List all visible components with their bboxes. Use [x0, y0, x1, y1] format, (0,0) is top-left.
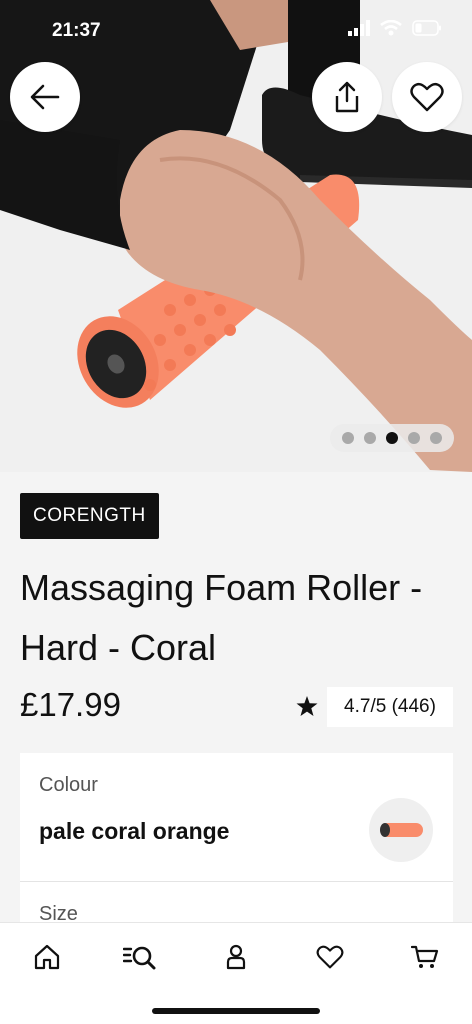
- heart-icon: [410, 82, 444, 112]
- carousel-dot[interactable]: [430, 432, 442, 444]
- search-icon: [123, 946, 156, 970]
- status-bar: 21:37: [0, 0, 472, 60]
- arrow-left-icon: [30, 84, 60, 110]
- tab-home[interactable]: [22, 937, 72, 977]
- share-icon: [335, 81, 359, 113]
- wifi-icon: [380, 20, 402, 36]
- carousel-indicator[interactable]: [330, 424, 454, 452]
- divider: [20, 881, 453, 882]
- wishlist-button[interactable]: [392, 62, 462, 132]
- status-icons: [348, 20, 442, 36]
- rating-badge[interactable]: 4.7/5 (446): [327, 687, 453, 727]
- tab-account[interactable]: [211, 937, 261, 977]
- tab-wishlist[interactable]: [305, 937, 355, 977]
- cellular-signal-icon: [348, 20, 370, 36]
- star-icon: [296, 696, 318, 716]
- heart-icon: [316, 945, 344, 969]
- product-price: £17.99: [20, 686, 121, 723]
- colour-value[interactable]: pale coral orange: [39, 818, 229, 845]
- status-time: 21:37: [52, 20, 101, 41]
- colour-label: Colour: [39, 774, 98, 796]
- battery-icon: [412, 20, 441, 36]
- account-icon: [226, 944, 246, 970]
- carousel-dot-active[interactable]: [386, 432, 398, 444]
- colour-swatch[interactable]: [369, 798, 433, 862]
- share-button[interactable]: [312, 62, 382, 132]
- carousel-dot[interactable]: [408, 432, 420, 444]
- product-options-card: Colour pale coral orange Size: [20, 753, 453, 943]
- home-indicator: [152, 1008, 320, 1014]
- product-photo-illustration: [0, 0, 472, 472]
- cart-icon: [411, 945, 439, 968]
- back-button[interactable]: [10, 62, 80, 132]
- tab-cart[interactable]: [400, 937, 450, 977]
- foam-roller-thumbnail: [380, 823, 423, 837]
- carousel-dot[interactable]: [342, 432, 354, 444]
- home-icon: [34, 944, 60, 970]
- tab-search[interactable]: [115, 937, 165, 977]
- carousel-dot[interactable]: [364, 432, 376, 444]
- product-image[interactable]: [0, 0, 472, 472]
- brand-badge[interactable]: CORENGTH: [20, 493, 159, 539]
- product-title: Massaging Foam Roller - Hard - Coral: [20, 567, 423, 668]
